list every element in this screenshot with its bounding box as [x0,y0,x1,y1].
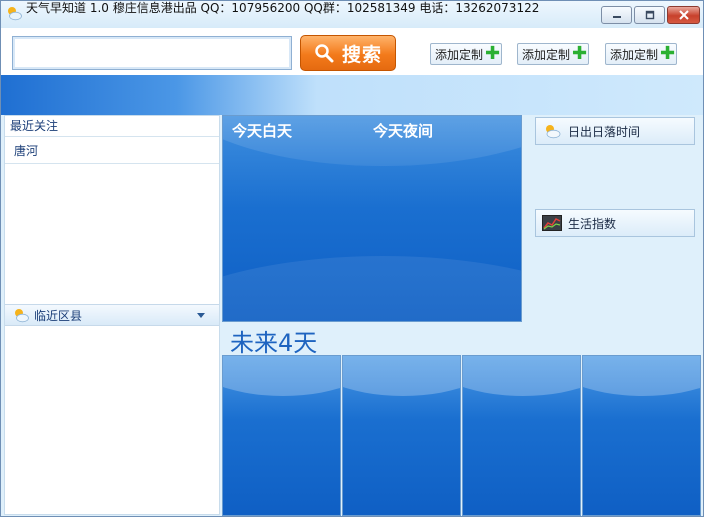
city-panel: 最近关注 唐河 临近区县 [4,115,220,515]
add-custom-label: 添加定制 [522,47,571,62]
minimize-button[interactable] [601,6,632,24]
plus-icon: ✚ [660,43,676,64]
add-custom-label: 添加定制 [610,47,659,62]
today-night-label: 今天夜间 [373,122,434,140]
title-bar: 天气早知道 1.0 穆庄信息港出品 QQ：107956200 QQ群：10258… [1,1,703,28]
add-custom-button-3[interactable]: 添加定制 ✚ [605,43,677,65]
sun-cloud-icon [15,309,29,323]
search-button[interactable]: 搜索 [300,35,396,71]
today-weather-panel: 今天白天 今天夜间 [222,115,522,322]
add-custom-button-1[interactable]: 添加定制 ✚ [430,43,502,65]
panel-gloss [223,256,521,321]
app-window: 天气早知道 1.0 穆庄信息港出品 QQ：107956200 QQ群：10258… [0,0,704,517]
toolbar: 搜索 添加定制 ✚ 添加定制 ✚ 添加定制 ✚ [1,28,703,75]
add-custom-button-2[interactable]: 添加定制 ✚ [517,43,589,65]
chart-icon [542,215,562,231]
forecast-day-card [462,355,581,516]
maximize-button[interactable] [634,6,665,24]
nearby-counties-dropdown[interactable]: 临近区县 [5,304,219,326]
header-banner [1,75,703,115]
search-button-label: 搜索 [341,43,382,66]
life-index-button[interactable]: 生活指数 [535,209,695,237]
sun-cloud-icon [8,7,22,21]
close-icon [678,10,689,20]
forecast-day-card [342,355,461,516]
minimize-icon [612,16,621,18]
nearby-label: 临近区县 [34,308,83,323]
card-gloss [343,356,460,396]
recent-section-title: 最近关注 [5,116,219,137]
chevron-down-icon [197,313,205,318]
sunrise-sunset-label: 日出日落时间 [568,124,641,139]
card-gloss [463,356,580,396]
plus-icon: ✚ [572,43,588,64]
close-button[interactable] [667,6,700,24]
forecast-day-card [222,355,341,516]
magnifier-icon [315,44,334,63]
sun-cloud-icon [546,125,561,139]
window-title: 天气早知道 1.0 穆庄信息港出品 QQ：107956200 QQ群：10258… [26,1,540,15]
forecast-title: 未来4天 [230,329,318,357]
card-gloss [223,356,340,396]
life-index-label: 生活指数 [568,216,617,231]
forecast-day-card [582,355,701,516]
list-item[interactable]: 唐河 [5,138,219,164]
maximize-icon [645,10,654,20]
card-gloss [583,356,700,396]
search-input[interactable] [12,36,292,70]
sunrise-sunset-button[interactable]: 日出日落时间 [535,117,695,145]
plus-icon: ✚ [485,43,501,64]
today-day-label: 今天白天 [232,122,293,140]
add-custom-label: 添加定制 [435,47,484,62]
